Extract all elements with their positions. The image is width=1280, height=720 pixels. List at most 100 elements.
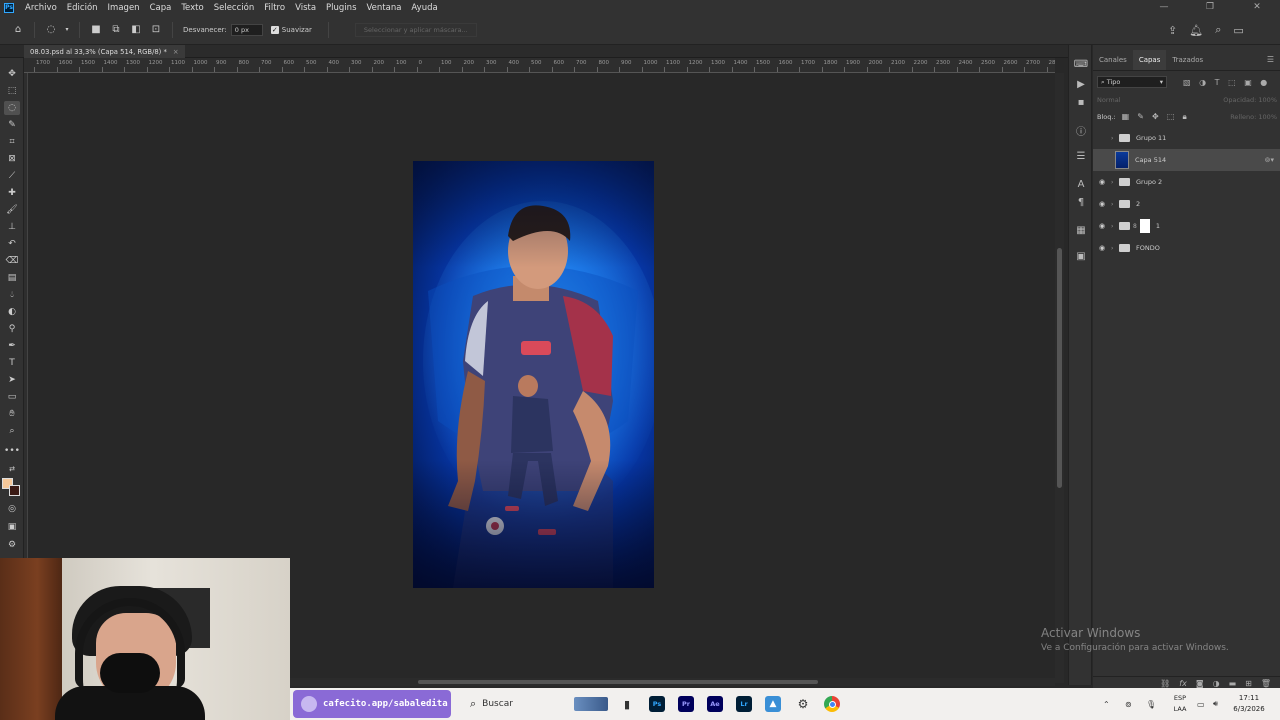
new-group-icon[interactable]: ▬: [1229, 679, 1237, 688]
adjustment-layer-icon[interactable]: ◑: [1213, 679, 1220, 688]
more-tools-icon[interactable]: •••: [4, 444, 20, 458]
taskbar-search[interactable]: ⌕ Buscar: [468, 692, 608, 716]
lock-artboard-icon[interactable]: ⬚: [1167, 112, 1175, 121]
panel-menu-icon[interactable]: ☰: [1267, 55, 1274, 64]
dodge-burn-icon[interactable]: ⚲: [4, 322, 20, 336]
taskbar-lightroom[interactable]: Lr: [736, 696, 752, 712]
menu-plugins[interactable]: Plugins: [321, 3, 361, 13]
settings-app-icon[interactable]: ⚙: [795, 696, 811, 712]
menu-filtro[interactable]: Filtro: [259, 3, 290, 13]
notifications-icon[interactable]: 🔔︎: [1189, 24, 1203, 37]
add-mask-icon[interactable]: ◙: [1196, 679, 1204, 688]
cafecito-banner[interactable]: cafecito.app/sabaledita: [293, 690, 451, 718]
screen-mode-icon[interactable]: ▣: [4, 520, 20, 534]
brush-tool-icon[interactable]: 🖌︎: [4, 203, 20, 217]
filter-smart-icon[interactable]: ▣: [1244, 78, 1252, 87]
pen-tool-icon[interactable]: ✒: [4, 339, 20, 353]
visibility-toggle[interactable]: ◉: [1093, 134, 1111, 142]
link-layers-icon[interactable]: ⛓: [1160, 679, 1170, 688]
fill-input[interactable]: 100%: [1258, 113, 1277, 121]
mic-tray-icon[interactable]: 🎙︎: [1146, 692, 1156, 716]
link-icon[interactable]: 8: [1133, 223, 1137, 230]
minimize-icon[interactable]: —: [1141, 0, 1187, 15]
type-tool-icon[interactable]: T: [4, 356, 20, 370]
antialias-checkbox[interactable]: ✓ Suavizar: [270, 25, 312, 34]
chevron-right-icon[interactable]: ›: [1111, 201, 1119, 208]
eyedropper-icon[interactable]: ⟋: [4, 169, 20, 183]
chevron-down-icon[interactable]: ▾: [63, 22, 71, 38]
marquee-tool-icon[interactable]: ⬚: [4, 84, 20, 98]
close-icon[interactable]: ✕: [1234, 0, 1280, 15]
menu-ayuda[interactable]: Ayuda: [406, 3, 442, 13]
eraser-tool-icon[interactable]: ⌫: [4, 254, 20, 268]
libraries-icon[interactable]: ▦: [1074, 223, 1088, 237]
blend-mode-select[interactable]: Normal: [1097, 96, 1121, 104]
visibility-toggle[interactable]: ◉: [1093, 156, 1111, 164]
taskbar-after-effects[interactable]: Ae: [707, 696, 723, 712]
layer-row-1[interactable]: ◉ › 8 1: [1093, 215, 1280, 237]
hand-tool-icon[interactable]: ✋︎: [4, 407, 20, 421]
layer-row-fondo[interactable]: ◉ › FONDO: [1093, 237, 1280, 259]
frame-tool-icon[interactable]: ⊠: [4, 152, 20, 166]
move-tool-icon[interactable]: ✥: [4, 67, 20, 81]
zoom-tool-icon[interactable]: ⌕: [4, 424, 20, 438]
eye-icon[interactable]: ◉: [1093, 222, 1111, 230]
photoshop-logo-icon[interactable]: Ps: [4, 2, 14, 13]
layer-row-capa-514[interactable]: ◉ Capa 514 ⊚▾: [1093, 149, 1280, 171]
tab-trazados[interactable]: Trazados: [1166, 56, 1209, 70]
lasso-tool-icon[interactable]: ◌: [4, 101, 20, 115]
layer-row-2[interactable]: ◉ › 2: [1093, 193, 1280, 215]
chevron-right-icon[interactable]: ›: [1111, 179, 1119, 186]
lock-all-icon[interactable]: 🔒︎: [1182, 112, 1186, 121]
healing-brush-icon[interactable]: ✚: [4, 186, 20, 200]
chrome-icon[interactable]: [824, 696, 840, 712]
subtract-selection-icon[interactable]: ◧: [128, 22, 144, 38]
history-icon[interactable]: ⌨: [1074, 57, 1088, 71]
feather-input[interactable]: 0 px: [230, 23, 263, 36]
workspace-icon[interactable]: ▭: [1233, 24, 1243, 37]
filter-shape-icon[interactable]: ⬚: [1228, 78, 1236, 87]
character-icon[interactable]: A: [1074, 177, 1088, 191]
filter-pixel-icon[interactable]: ▧: [1183, 78, 1191, 87]
taskbar-premiere[interactable]: Pr: [678, 696, 694, 712]
lock-position-icon[interactable]: ✥: [1152, 112, 1159, 121]
restore-icon[interactable]: ❐: [1187, 0, 1233, 15]
opacity-input[interactable]: 100%: [1258, 96, 1277, 104]
play-icon[interactable]: ▶: [1074, 77, 1088, 91]
horizontal-scroll-thumb[interactable]: [418, 680, 818, 684]
chevron-right-icon[interactable]: ›: [1111, 223, 1119, 230]
volume-icon[interactable]: 🔊︎: [1213, 692, 1218, 716]
filter-type-icon[interactable]: T: [1215, 78, 1220, 87]
select-mask-button[interactable]: Seleccionar y aplicar máscara...: [354, 22, 477, 37]
blur-tool-icon[interactable]: 💧︎: [4, 288, 20, 302]
menu-seleccion[interactable]: Selección: [209, 3, 260, 13]
tab-capas[interactable]: Capas: [1132, 50, 1167, 70]
info-icon[interactable]: ⓘ: [1074, 123, 1088, 138]
menu-ventana[interactable]: Ventana: [362, 3, 407, 13]
trash-icon[interactable]: 🗑︎: [1261, 679, 1271, 688]
photos-app-icon[interactable]: ▲: [765, 696, 781, 712]
lasso-tool-icon[interactable]: ◌: [43, 22, 59, 38]
comment-icon[interactable]: ▪: [1074, 95, 1088, 109]
layer-filter-select[interactable]: ⌕ Tipo ▾: [1097, 76, 1167, 88]
chevron-right-icon[interactable]: ›: [1111, 135, 1119, 142]
clone-stamp-icon[interactable]: ⊥: [4, 220, 20, 234]
menu-edicion[interactable]: Edición: [62, 3, 103, 13]
eye-icon[interactable]: ◉: [1093, 200, 1111, 208]
paragraph-icon[interactable]: ¶: [1074, 195, 1088, 209]
close-tab-icon[interactable]: ×: [173, 48, 179, 56]
add-selection-icon[interactable]: ⧉: [108, 22, 124, 38]
edit-toolbar-icon[interactable]: ⚙: [4, 538, 20, 552]
taskbar-clock[interactable]: 17:11 6/3/2026: [1227, 693, 1271, 715]
rectangle-tool-icon[interactable]: ▭: [4, 390, 20, 404]
lock-image-icon[interactable]: ✎: [1137, 112, 1144, 121]
menu-texto[interactable]: Texto: [176, 3, 208, 13]
intersect-selection-icon[interactable]: ⊡: [148, 22, 164, 38]
path-selection-icon[interactable]: ➤: [4, 373, 20, 387]
filter-adjustment-icon[interactable]: ◑: [1199, 78, 1206, 87]
properties-icon[interactable]: ▣: [1074, 249, 1088, 263]
tab-canales[interactable]: Canales: [1093, 56, 1133, 70]
crop-tool-icon[interactable]: ⌗: [4, 135, 20, 149]
dodge-tool-icon[interactable]: ◐: [4, 305, 20, 319]
gradient-tool-icon[interactable]: ▤: [4, 271, 20, 285]
